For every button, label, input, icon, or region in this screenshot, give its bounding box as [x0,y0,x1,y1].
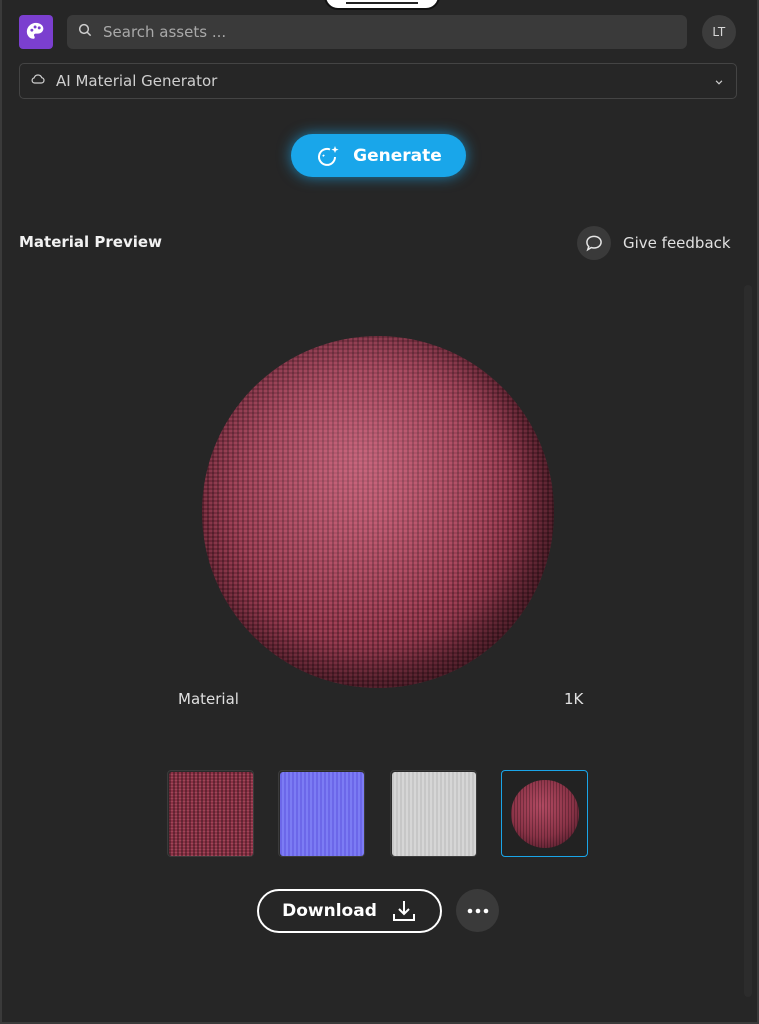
scrollbar[interactable] [744,285,752,997]
palette-logo-icon[interactable] [19,15,53,49]
avatar[interactable]: LT [702,15,736,49]
resolution-label: 1K [564,690,584,708]
feedback-button[interactable]: Give feedback [577,226,731,260]
thumbnail-albedo-map[interactable] [167,770,254,857]
thumbnail-roughness-map[interactable] [390,770,477,857]
feedback-label: Give feedback [623,234,731,252]
generate-label: Generate [353,145,442,166]
thumbnail-normal-map[interactable] [278,770,365,857]
material-sphere-render [202,336,554,688]
chat-bubble-icon [577,226,611,260]
search-input[interactable] [103,23,663,41]
material-preview-sphere[interactable] [202,336,554,688]
download-icon [391,898,417,924]
thumbnail-sphere-preview[interactable] [501,770,588,857]
generate-button[interactable]: Generate [291,134,466,177]
generator-select-label: AI Material Generator [56,72,218,90]
section-title: Material Preview [19,233,162,251]
header: LT [19,15,737,49]
more-horizontal-icon[interactable] [456,889,499,932]
texture-thumbnails [167,770,591,858]
app-panel: LT AI Material Generator Generate Materi… [0,0,759,1024]
chevron-down-icon [712,74,726,93]
download-label: Download [282,901,377,921]
sparkle-refresh-icon [315,143,341,169]
roughness-texture [391,771,476,856]
top-handle [324,0,440,10]
search-icon [77,22,93,42]
sphere-preview-texture [510,779,579,848]
cloud-icon [30,71,46,91]
normal-texture [279,771,364,856]
albedo-texture [168,771,253,856]
generator-select[interactable]: AI Material Generator [19,63,737,99]
material-label: Material [178,690,239,708]
download-button[interactable]: Download [257,889,442,933]
search-bar[interactable] [67,15,687,49]
